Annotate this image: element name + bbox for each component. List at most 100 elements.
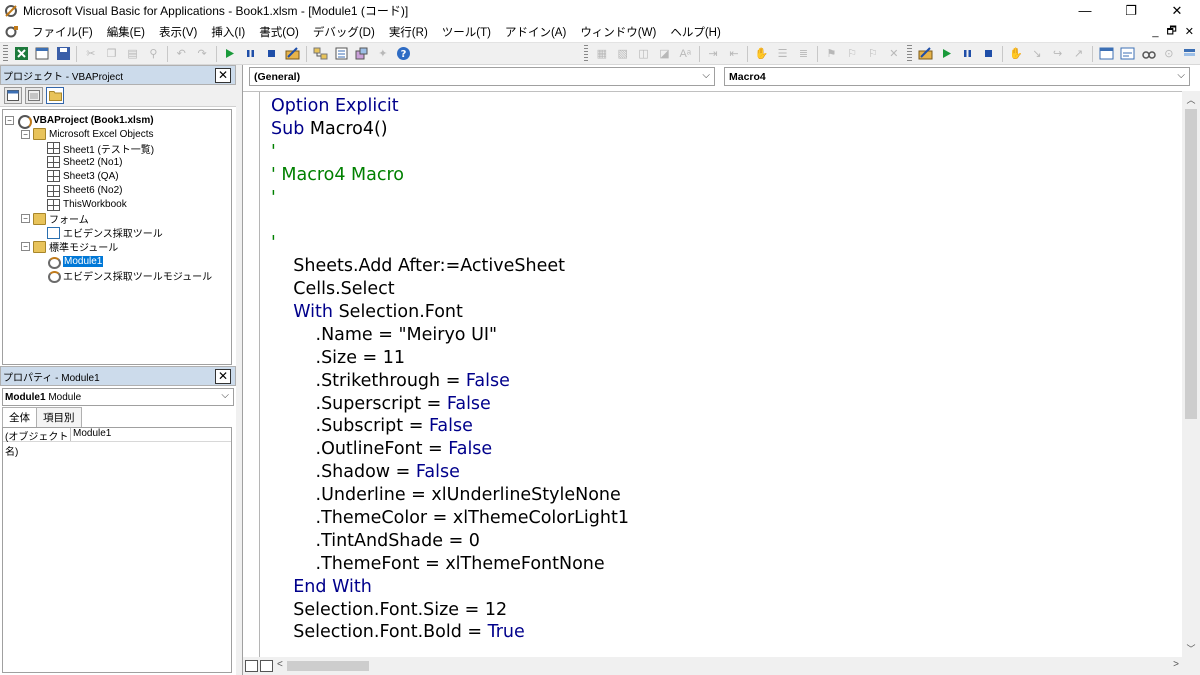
code-line[interactable]: Sheets.Add After:=ActiveSheet — [271, 255, 629, 278]
edit-toolbar-grip[interactable] — [583, 45, 589, 62]
toolbar-grip[interactable] — [3, 45, 8, 62]
code-line[interactable]: .Name = "Meiryo UI" — [271, 324, 629, 347]
mdi-close-button[interactable]: ✕ — [1185, 25, 1194, 38]
code-line[interactable]: .Underline = xlUnderlineStyleNone — [271, 484, 629, 507]
run-icon[interactable] — [222, 45, 239, 62]
complete-word-icon[interactable]: Aᵃ — [677, 45, 694, 62]
parameter-info-icon[interactable]: ◪ — [656, 45, 673, 62]
scroll-left-icon[interactable]: < — [277, 659, 283, 670]
tab-categorized[interactable]: 項目別 — [36, 407, 82, 427]
step-into-icon[interactable]: ↘ — [1028, 45, 1045, 62]
tree-item[interactable]: − 標準モジュール — [21, 240, 118, 254]
chevron-down-icon[interactable]: ⌵ — [1177, 70, 1185, 81]
tree-item[interactable]: − Microsoft Excel Objects — [21, 127, 153, 141]
copy-icon[interactable]: ❐ — [103, 45, 120, 62]
toggle-folders-button[interactable] — [46, 87, 64, 104]
redo-icon[interactable]: ↷ — [194, 45, 211, 62]
tree-item[interactable]: Sheet3 (QA) — [37, 169, 119, 183]
tree-item[interactable]: − フォーム — [21, 212, 89, 226]
toggle-bookmark-icon[interactable]: ⚑ — [823, 45, 840, 62]
insert-userform-icon[interactable] — [34, 45, 51, 62]
tree-item[interactable]: Module1 — [37, 254, 104, 269]
code-line[interactable]: .ThemeFont = xlThemeFontNone — [271, 553, 629, 576]
quick-watch-icon[interactable]: ⊙ — [1160, 45, 1177, 62]
locals-window-icon[interactable] — [1098, 45, 1115, 62]
code-text[interactable]: Option Explicit Sub Macro4() ' ' Macro4 Mac… — [271, 95, 629, 644]
property-row[interactable]: (オブジェクト名) Module1 — [3, 428, 231, 458]
comment-block-icon[interactable]: ☰ — [774, 45, 791, 62]
menu-edit[interactable]: 編集(E) — [101, 24, 153, 40]
code-line[interactable]: .TintAndShade = 0 — [271, 530, 629, 553]
menu-view[interactable]: 表示(V) — [153, 24, 205, 40]
minimize-button[interactable]: — — [1062, 0, 1108, 21]
view-object-button[interactable] — [25, 87, 43, 104]
object-browser-icon[interactable] — [354, 45, 371, 62]
pause-icon[interactable] — [242, 45, 259, 62]
horizontal-scroll-thumb[interactable] — [287, 661, 369, 671]
debug-design-mode-icon[interactable] — [917, 45, 934, 62]
debug-pause-icon[interactable] — [959, 45, 976, 62]
find-icon[interactable]: ⚲ — [145, 45, 162, 62]
watch-window-icon[interactable] — [1140, 45, 1157, 62]
excel-view-icon[interactable] — [13, 45, 30, 62]
properties-window-icon[interactable] — [333, 45, 350, 62]
procedure-view-button[interactable] — [245, 660, 258, 672]
scroll-right-icon[interactable]: > — [1173, 659, 1179, 670]
call-stack-icon[interactable] — [1181, 45, 1198, 62]
quick-info-icon[interactable]: ◫ — [635, 45, 652, 62]
previous-bookmark-icon[interactable]: ⚐ — [865, 45, 882, 62]
step-out-icon[interactable]: ↗ — [1070, 45, 1087, 62]
code-line[interactable]: Cells.Select — [271, 278, 629, 301]
debug-stop-icon[interactable] — [980, 45, 997, 62]
menu-addins[interactable]: アドイン(A) — [499, 24, 574, 40]
menu-run[interactable]: 実行(R) — [383, 24, 436, 40]
scroll-down-icon[interactable]: ﹀ — [1182, 640, 1200, 657]
menu-format[interactable]: 書式(O) — [253, 24, 307, 40]
code-line[interactable]: ' — [271, 232, 629, 255]
tree-item[interactable]: Sheet2 (No1) — [37, 155, 122, 169]
tab-alphabetic[interactable]: 全体 — [2, 407, 37, 427]
save-icon[interactable] — [55, 45, 72, 62]
list-constants-icon[interactable]: ▧ — [614, 45, 631, 62]
debug-run-icon[interactable] — [938, 45, 955, 62]
code-line[interactable]: .Subscript = False — [271, 415, 629, 438]
tree-item[interactable]: エビデンス採取ツールモジュール — [37, 268, 212, 284]
clear-bookmarks-icon[interactable]: ✕ — [885, 45, 902, 62]
code-line[interactable]: .ThemeColor = xlThemeColorLight1 — [271, 507, 629, 530]
help-icon[interactable]: ? — [395, 45, 412, 62]
immediate-window-icon[interactable] — [1119, 45, 1136, 62]
code-line[interactable]: Sub Macro4() — [271, 118, 629, 141]
menu-insert[interactable]: 挿入(I) — [205, 24, 253, 40]
design-mode-icon[interactable] — [284, 45, 301, 62]
cut-icon[interactable]: ✂ — [82, 45, 99, 62]
restore-button[interactable]: ❐ — [1108, 0, 1154, 21]
undo-icon[interactable]: ↶ — [173, 45, 190, 62]
breakpoint-margin[interactable] — [243, 92, 260, 657]
mdi-restore-button[interactable]: 🗗 — [1166, 22, 1176, 41]
tree-expander-icon[interactable]: − — [21, 214, 30, 224]
code-line[interactable]: Selection.Font.Size = 12 — [271, 599, 629, 622]
code-line[interactable]: ' — [271, 141, 629, 164]
menu-help[interactable]: ヘルプ(H) — [664, 24, 728, 40]
breakpoint-icon[interactable]: ✋ — [1008, 45, 1025, 62]
code-line[interactable]: Option Explicit — [271, 95, 629, 118]
toolbox-icon[interactable]: ✦ — [374, 45, 391, 62]
code-line[interactable]: ' — [271, 187, 629, 210]
menu-debug[interactable]: デバッグ(D) — [307, 24, 383, 40]
close-button[interactable]: ✕ — [1154, 0, 1200, 21]
step-over-icon[interactable]: ↪ — [1049, 45, 1066, 62]
view-code-button[interactable] — [4, 87, 22, 104]
chevron-down-icon[interactable]: ⌵ — [221, 390, 229, 401]
menu-tools[interactable]: ツール(T) — [436, 24, 499, 40]
vertical-scroll-thumb[interactable] — [1185, 109, 1197, 419]
code-line[interactable]: .Strikethrough = False — [271, 370, 629, 393]
horizontal-scrollbar[interactable]: < > — [275, 657, 1200, 675]
properties-pane-close-button[interactable]: ✕ — [215, 369, 231, 384]
tree-item[interactable]: Sheet6 (No2) — [37, 184, 122, 198]
tree-item[interactable]: − VBAProject (Book1.xlsm) — [5, 113, 154, 129]
chevron-down-icon[interactable]: ⌵ — [702, 70, 710, 81]
code-line[interactable]: With Selection.Font — [271, 301, 629, 324]
debug-toolbar-grip[interactable] — [907, 45, 913, 62]
tree-expander-icon[interactable]: − — [21, 129, 30, 139]
vertical-scrollbar[interactable]: ︿ ﹀ — [1182, 91, 1200, 657]
